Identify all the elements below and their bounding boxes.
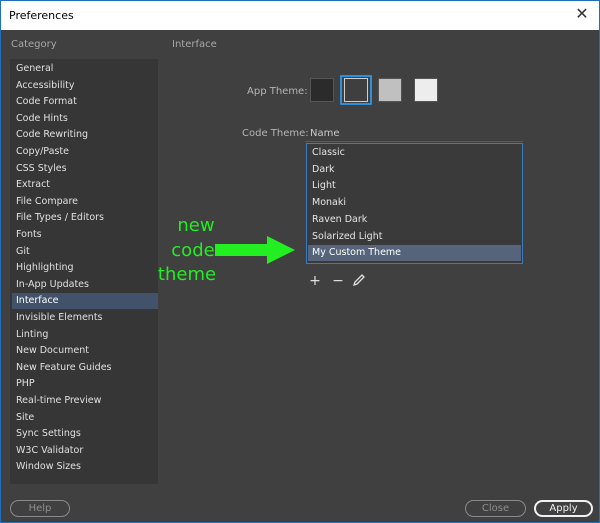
title-bar: Preferences ✕: [1, 1, 599, 30]
code-theme-item[interactable]: My Custom Theme: [308, 245, 521, 262]
app-theme-selection-ring: [340, 75, 372, 105]
annotation-line: theme: [157, 264, 217, 285]
close-icon[interactable]: ✕: [573, 5, 591, 23]
annotation-arrow: [215, 236, 295, 264]
sidebar-item-real-time-preview[interactable]: Real-time Preview: [12, 393, 158, 409]
sidebar-item-extract[interactable]: Extract: [12, 177, 158, 193]
close-button[interactable]: Close: [465, 500, 526, 517]
sidebar-item-in-app-updates[interactable]: In-App Updates: [12, 277, 158, 293]
sidebar-item-w3c-validator[interactable]: W3C Validator: [12, 443, 158, 459]
sidebar-item-accessibility[interactable]: Accessibility: [12, 78, 158, 94]
sidebar-item-sync-settings[interactable]: Sync Settings: [12, 426, 158, 442]
sidebar-item-code-rewriting[interactable]: Code Rewriting: [12, 127, 158, 143]
help-button[interactable]: Help: [10, 500, 70, 517]
app-theme-label: App Theme:: [247, 86, 308, 97]
code-theme-item[interactable]: Dark: [308, 162, 521, 178]
code-theme-list[interactable]: Classic Dark Light Monaki Raven Dark Solarize…: [306, 143, 523, 264]
app-theme-swatch[interactable]: [378, 78, 402, 102]
code-theme-item[interactable]: Solarized Light: [308, 229, 521, 245]
sidebar-item-highlighting[interactable]: Highlighting: [12, 260, 158, 276]
code-theme-label: Code Theme:: [242, 128, 309, 139]
sidebar-item-git[interactable]: Git: [12, 244, 158, 260]
sidebar-item-site[interactable]: Site: [12, 410, 158, 426]
app-theme-swatch[interactable]: [414, 78, 438, 102]
sidebar-item-interface[interactable]: Interface: [12, 293, 158, 310]
sidebar-item-file-compare[interactable]: File Compare: [12, 194, 158, 210]
sidebar-item-general[interactable]: General: [12, 61, 158, 77]
name-column-header: Name: [310, 128, 340, 139]
app-theme-swatch[interactable]: [310, 78, 334, 102]
sidebar-item-linting[interactable]: Linting: [12, 327, 158, 343]
sidebar-item-css-styles[interactable]: CSS Styles: [12, 161, 158, 177]
code-theme-item[interactable]: Raven Dark: [308, 212, 521, 228]
code-theme-item[interactable]: Light: [308, 178, 521, 194]
apply-button[interactable]: Apply: [534, 500, 593, 517]
pencil-icon[interactable]: [352, 273, 366, 287]
sidebar-item-file-types-editors[interactable]: File Types / Editors: [12, 210, 158, 226]
code-theme-item[interactable]: Monaki: [308, 195, 521, 211]
column-divider: [305, 141, 523, 142]
code-theme-item[interactable]: Classic: [308, 145, 521, 161]
annotation-line: code: [171, 240, 215, 261]
preferences-dialog: Preferences ✕ Category Interface General…: [0, 0, 600, 523]
sidebar-item-fonts[interactable]: Fonts: [12, 227, 158, 243]
sidebar-item-new-document[interactable]: New Document: [12, 343, 158, 359]
sidebar-item-copy-paste[interactable]: Copy/Paste: [12, 144, 158, 160]
sidebar-item-new-feature-guides[interactable]: New Feature Guides: [12, 360, 158, 376]
category-heading: Category: [11, 39, 57, 50]
sidebar-item-php[interactable]: PHP: [12, 376, 158, 392]
section-heading: Interface: [172, 39, 217, 50]
sidebar-item-code-hints[interactable]: Code Hints: [12, 111, 158, 127]
remove-theme-button[interactable]: −: [331, 274, 345, 288]
window-title: Preferences: [9, 9, 74, 22]
category-list: General Accessibility Code Format Code Hint…: [10, 59, 158, 484]
sidebar-item-code-format[interactable]: Code Format: [12, 94, 158, 110]
add-theme-button[interactable]: +: [308, 274, 322, 288]
annotation-line: new: [177, 215, 215, 236]
sidebar-item-window-sizes[interactable]: Window Sizes: [12, 459, 158, 475]
sidebar-item-invisible-elements[interactable]: Invisible Elements: [12, 310, 158, 326]
